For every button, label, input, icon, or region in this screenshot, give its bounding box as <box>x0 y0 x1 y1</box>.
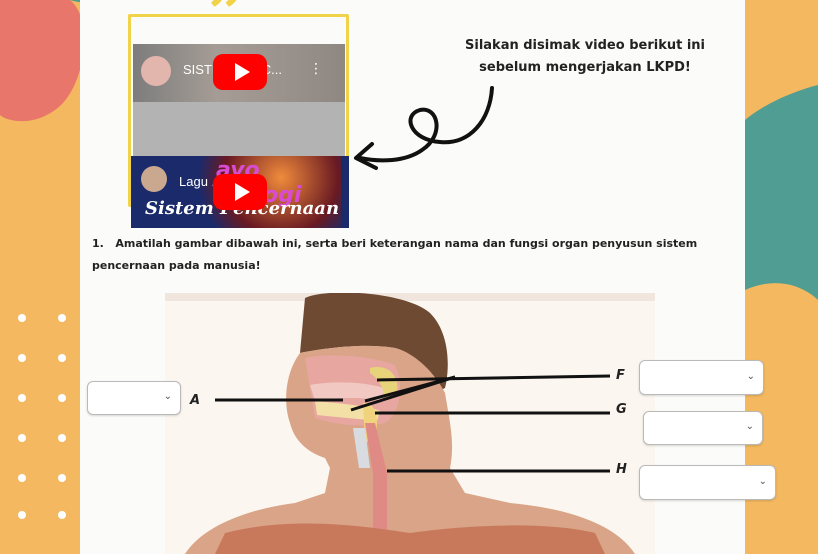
chevron-down-icon: ⌄ <box>163 391 172 402</box>
label-a: A <box>190 393 201 408</box>
chevron-down-icon: ⌄ <box>746 370 755 382</box>
channel-avatar <box>141 56 171 86</box>
youtube-play-icon[interactable] <box>213 174 267 210</box>
label-f: F <box>616 368 625 383</box>
menu-dots-icon[interactable]: ⋮ <box>309 61 323 77</box>
question-text: 1. Amatilah gambar dibawah ini, serta be… <box>92 237 698 272</box>
answer-select-g[interactable]: ⌄ <box>643 411 763 445</box>
answer-select-a[interactable]: ⌄ <box>87 381 181 415</box>
quote-mark-icon: ” <box>208 0 245 51</box>
youtube-play-icon[interactable] <box>213 54 267 90</box>
label-g: G <box>616 402 627 417</box>
arrow-icon <box>354 86 494 170</box>
chevron-down-icon: ⌄ <box>745 421 754 432</box>
answer-select-h[interactable]: ⌄ <box>639 465 776 500</box>
answer-select-f[interactable]: ⌄ <box>639 360 764 395</box>
digestive-system-illustration <box>165 293 655 554</box>
label-h: H <box>616 462 627 477</box>
video-embed-1[interactable]: SISTEM PENC... ⋮ <box>133 44 345 156</box>
video-embed-2[interactable]: ayo Biologi Sistem Pencernaan Lagu ... S… <box>131 156 349 228</box>
instruction-text: Silakan disimak video berikut ini sebelu… <box>465 38 705 75</box>
channel-avatar <box>141 166 167 192</box>
chevron-down-icon: ⌄ <box>758 475 767 487</box>
